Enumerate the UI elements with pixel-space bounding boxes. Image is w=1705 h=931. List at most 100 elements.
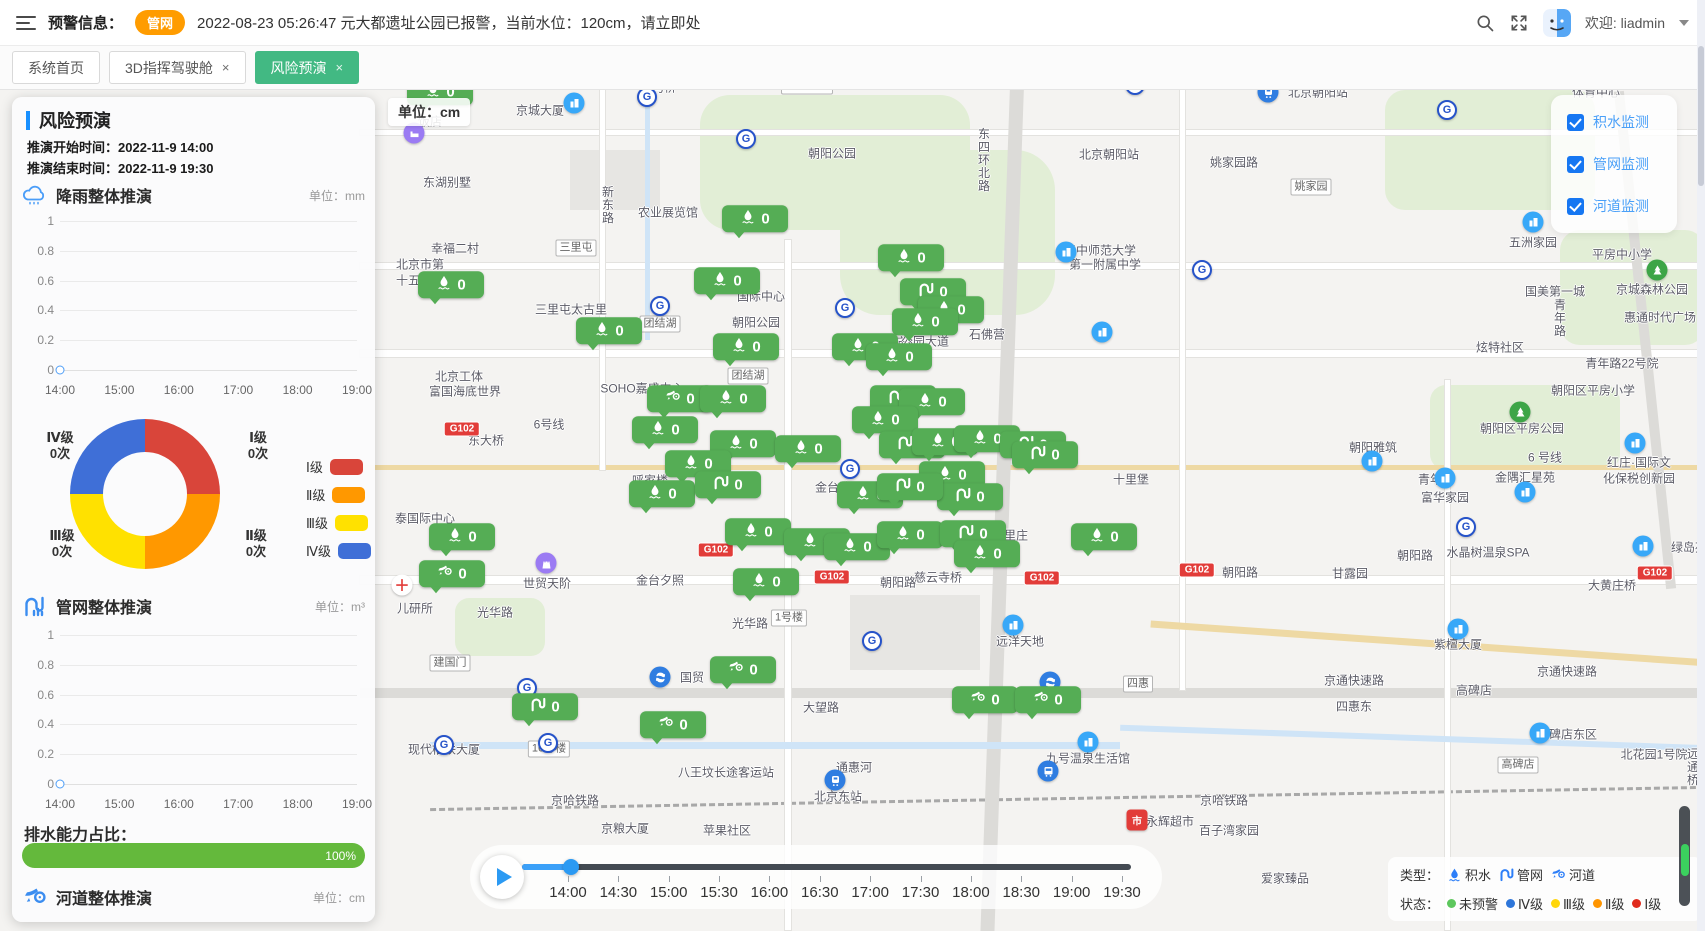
water-icon bbox=[594, 320, 610, 341]
layer-toggle-积水监测[interactable]: 积水监测 bbox=[1551, 112, 1677, 132]
map-label: 红庄·国际文 bbox=[1607, 454, 1671, 471]
tab-close-icon[interactable]: × bbox=[222, 60, 230, 75]
building-poi-icon bbox=[1448, 619, 1469, 640]
building-poi-icon bbox=[1078, 732, 1099, 753]
donut-chart bbox=[70, 419, 220, 569]
tab-风险预演[interactable]: 风险预演× bbox=[255, 51, 360, 84]
layer-label: 管网监测 bbox=[1593, 154, 1649, 174]
map-label: 爱家臻品 bbox=[1261, 870, 1309, 887]
search-icon[interactable] bbox=[1475, 13, 1495, 33]
map-label: 北花园1号院 bbox=[1621, 746, 1688, 763]
marker-value: 0 bbox=[814, 440, 822, 457]
metro-poi-icon: G bbox=[434, 735, 454, 755]
map-label: 6号线 bbox=[534, 416, 565, 433]
map-label: 京城大厦 bbox=[516, 102, 564, 119]
water-icon bbox=[647, 483, 663, 504]
checkbox-checked-icon[interactable] bbox=[1567, 156, 1584, 173]
layer-toggle-panel: 积水监测管网监测河道监测 bbox=[1551, 95, 1677, 233]
map-label: 朝阳路 bbox=[1397, 547, 1433, 564]
map-mini-scrollbar[interactable] bbox=[1679, 806, 1690, 906]
metro-poi-icon: G bbox=[1192, 260, 1212, 280]
pipe-icon bbox=[530, 696, 546, 717]
marker-water[interactable]: 0 bbox=[877, 521, 943, 548]
checkbox-checked-icon[interactable] bbox=[1567, 114, 1584, 131]
tab-close-icon[interactable]: × bbox=[336, 60, 344, 75]
water-icon bbox=[743, 521, 759, 542]
marker-water[interactable]: 0 bbox=[892, 308, 958, 335]
marker-water[interactable]: 0 bbox=[632, 416, 698, 443]
play-button[interactable] bbox=[480, 855, 524, 899]
map-label: 五洲家园 bbox=[1509, 234, 1557, 251]
marker-river[interactable]: 0 bbox=[1015, 686, 1081, 713]
layer-toggle-河道监测[interactable]: 河道监测 bbox=[1551, 196, 1677, 216]
train-poi-icon bbox=[825, 770, 846, 791]
marker-water[interactable]: 0 bbox=[694, 267, 760, 294]
marker-water[interactable]: 0 bbox=[878, 244, 944, 271]
pipe-icon bbox=[955, 486, 971, 507]
map-label: 儿研所 bbox=[397, 600, 433, 617]
marker-pipe[interactable]: 0 bbox=[937, 483, 1003, 510]
legend-status-Ⅲ级: Ⅲ级 bbox=[1551, 894, 1585, 913]
chevron-down-icon[interactable] bbox=[1679, 20, 1689, 26]
timeline-tick bbox=[568, 876, 569, 882]
marker-water[interactable]: 0 bbox=[733, 568, 799, 595]
marker-pipe[interactable]: 0 bbox=[1012, 441, 1078, 468]
river-icon bbox=[1033, 689, 1049, 710]
page-scrollbar-thumb[interactable] bbox=[1698, 46, 1704, 186]
avatar[interactable] bbox=[1543, 9, 1571, 37]
timeline-slider[interactable] bbox=[522, 864, 1131, 870]
marker-water[interactable]: 0 bbox=[775, 435, 841, 462]
metro-poi-icon: G bbox=[835, 298, 855, 318]
marker-water[interactable]: 0 bbox=[429, 523, 495, 550]
timeline-time-label: 19:00 bbox=[1053, 884, 1091, 901]
map-label: 京哈铁路 bbox=[1200, 792, 1248, 809]
marker-pipe[interactable]: 0 bbox=[512, 693, 578, 720]
marker-water[interactable]: 0 bbox=[576, 317, 642, 344]
marker-water[interactable]: 0 bbox=[713, 333, 779, 360]
menu-toggle-icon[interactable] bbox=[16, 16, 36, 30]
marker-value: 0 bbox=[764, 523, 772, 540]
marker-value: 0 bbox=[1054, 691, 1062, 708]
building-poi-icon bbox=[1625, 433, 1646, 454]
marker-river[interactable]: 0 bbox=[952, 686, 1018, 713]
tab-label: 3D指挥驾驶舱 bbox=[125, 58, 213, 78]
marker-river[interactable]: 0 bbox=[640, 711, 706, 738]
map-label: 富国海底世界 bbox=[429, 383, 501, 400]
marker-water[interactable]: 0 bbox=[418, 271, 484, 298]
marker-river[interactable]: 0 bbox=[419, 560, 485, 587]
marker-river[interactable]: 0 bbox=[710, 656, 776, 683]
marker-water[interactable]: 0 bbox=[866, 343, 932, 370]
water-icon bbox=[896, 247, 912, 268]
checkbox-checked-icon[interactable] bbox=[1567, 198, 1584, 215]
marker-pipe[interactable]: 0 bbox=[695, 471, 761, 498]
marker-water[interactable]: 0 bbox=[1071, 523, 1137, 550]
marker-water[interactable]: 0 bbox=[629, 480, 695, 507]
marker-pipe[interactable]: 0 bbox=[877, 473, 943, 500]
market-poi-icon: 市 bbox=[1127, 810, 1148, 831]
tab-系统首页[interactable]: 系统首页 bbox=[12, 51, 100, 84]
title-accent-bar bbox=[26, 111, 30, 130]
rain-cloud-icon bbox=[22, 183, 48, 207]
map-label: 八王坟长途客运站 bbox=[678, 764, 774, 781]
page-scrollbar[interactable] bbox=[1697, 0, 1705, 931]
legend-status-Ⅳ级: Ⅳ级 bbox=[1506, 894, 1543, 913]
marker-water[interactable]: 0 bbox=[852, 406, 918, 433]
timeline-thumb[interactable] bbox=[563, 859, 579, 875]
tab-3D指挥驾驶舱[interactable]: 3D指挥驾驶舱 × bbox=[109, 51, 246, 84]
drainage-label: 排水能力占比： bbox=[24, 821, 136, 845]
marker-water[interactable]: 0 bbox=[725, 518, 791, 545]
marker-water[interactable]: 0 bbox=[700, 385, 766, 412]
map-label: 朝阳区平房小学 bbox=[1551, 382, 1635, 399]
marker-value: 0 bbox=[739, 390, 747, 407]
marker-water[interactable]: 0 bbox=[954, 540, 1020, 567]
map-label: 惠通时代广场 bbox=[1624, 309, 1696, 326]
marker-water[interactable]: 0 bbox=[722, 205, 788, 232]
marker-value: 0 bbox=[752, 338, 760, 355]
marker-value: 0 bbox=[957, 301, 965, 318]
marker-value: 0 bbox=[1110, 528, 1118, 545]
map-mini-scrollbar-thumb[interactable] bbox=[1681, 844, 1689, 876]
layer-toggle-管网监测[interactable]: 管网监测 bbox=[1551, 154, 1677, 174]
fullscreen-icon[interactable] bbox=[1509, 13, 1529, 33]
water-icon bbox=[447, 526, 463, 547]
map-label: 高碑店 bbox=[1456, 682, 1492, 699]
